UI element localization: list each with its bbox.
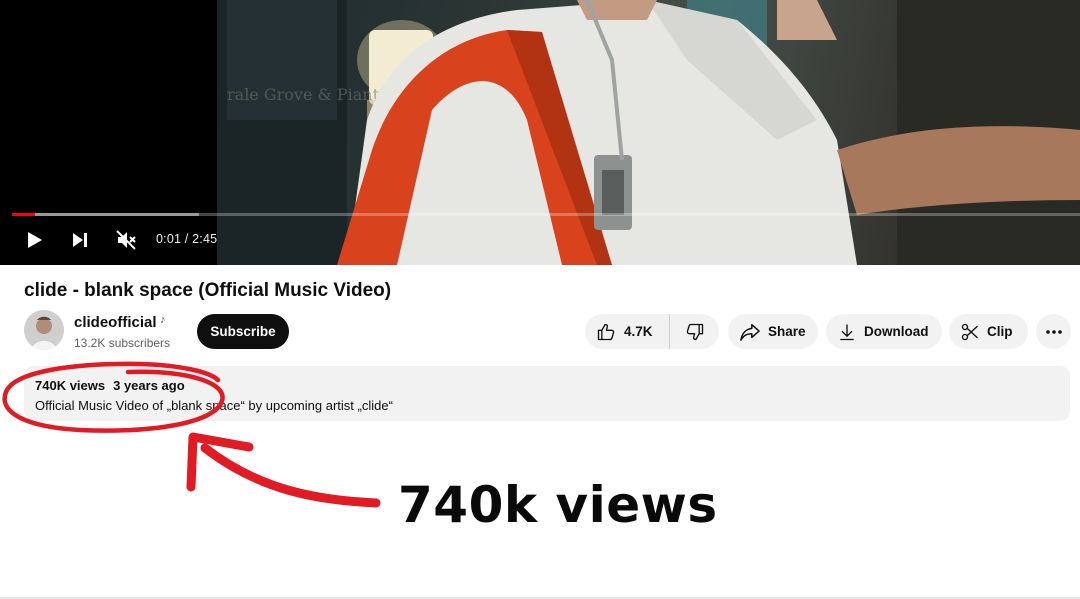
- mute-button[interactable]: [114, 228, 138, 252]
- next-icon: [73, 233, 87, 247]
- like-count: 4.7K: [624, 324, 653, 339]
- annotation-arrowhead: [186, 432, 254, 492]
- share-label: Share: [768, 324, 806, 339]
- download-button[interactable]: Download: [826, 314, 942, 349]
- progress-played: [12, 213, 35, 216]
- progress-bar[interactable]: [12, 213, 1080, 216]
- avatar-image: [24, 310, 64, 350]
- share-icon: [740, 323, 760, 341]
- thumbs-up-icon: [597, 323, 615, 340]
- share-button[interactable]: Share: [728, 314, 818, 349]
- like-dislike-group: 4.7K: [585, 314, 719, 349]
- more-actions-button[interactable]: [1036, 314, 1071, 349]
- music-note-icon: ♪: [160, 314, 166, 326]
- annotation-caption: 740k views: [398, 476, 718, 534]
- video-info: clide - blank space (Official Music Vide…: [0, 265, 1080, 421]
- video-player[interactable]: rale Grove & Pianti 0:01 / 2:45: [0, 0, 1080, 265]
- description-text: Official Music Video of „blank space“ by…: [35, 398, 393, 413]
- description-meta: 740K views 3 years ago: [35, 378, 185, 393]
- next-button[interactable]: [68, 228, 92, 252]
- time-display: 0:01 / 2:45: [156, 232, 218, 246]
- channel-name[interactable]: clideofficial: [74, 314, 157, 331]
- view-count: 740K views: [35, 378, 106, 393]
- more-horizontal-icon: [1045, 329, 1062, 334]
- muted-volume-icon: [116, 230, 136, 250]
- scissors-icon: [961, 323, 978, 340]
- clip-button[interactable]: Clip: [949, 314, 1028, 349]
- progress-buffered: [12, 213, 199, 216]
- channel-avatar[interactable]: [24, 310, 64, 350]
- subscribe-button[interactable]: Subscribe: [197, 314, 289, 349]
- video-title: clide - blank space (Official Music Vide…: [24, 280, 392, 301]
- description-box[interactable]: 740K views 3 years ago Official Music Vid…: [24, 366, 1070, 421]
- subscriber-count: 13.2K subscribers: [74, 336, 171, 350]
- thumbs-down-icon: [686, 323, 703, 340]
- clip-label: Clip: [987, 324, 1013, 339]
- download-icon: [840, 324, 854, 340]
- annotation-arrow: [200, 443, 381, 508]
- dislike-button[interactable]: [670, 314, 719, 349]
- download-label: Download: [864, 324, 929, 339]
- video-frame-image: rale Grove & Pianti: [217, 0, 1080, 265]
- video-frame[interactable]: rale Grove & Pianti: [217, 0, 1080, 265]
- upload-age: 3 years ago: [113, 378, 185, 393]
- svg-text:rale Grove & Pianti: rale Grove & Pianti: [227, 85, 384, 104]
- play-icon: [28, 232, 42, 248]
- play-button[interactable]: [22, 228, 46, 252]
- like-button[interactable]: 4.7K: [585, 314, 670, 349]
